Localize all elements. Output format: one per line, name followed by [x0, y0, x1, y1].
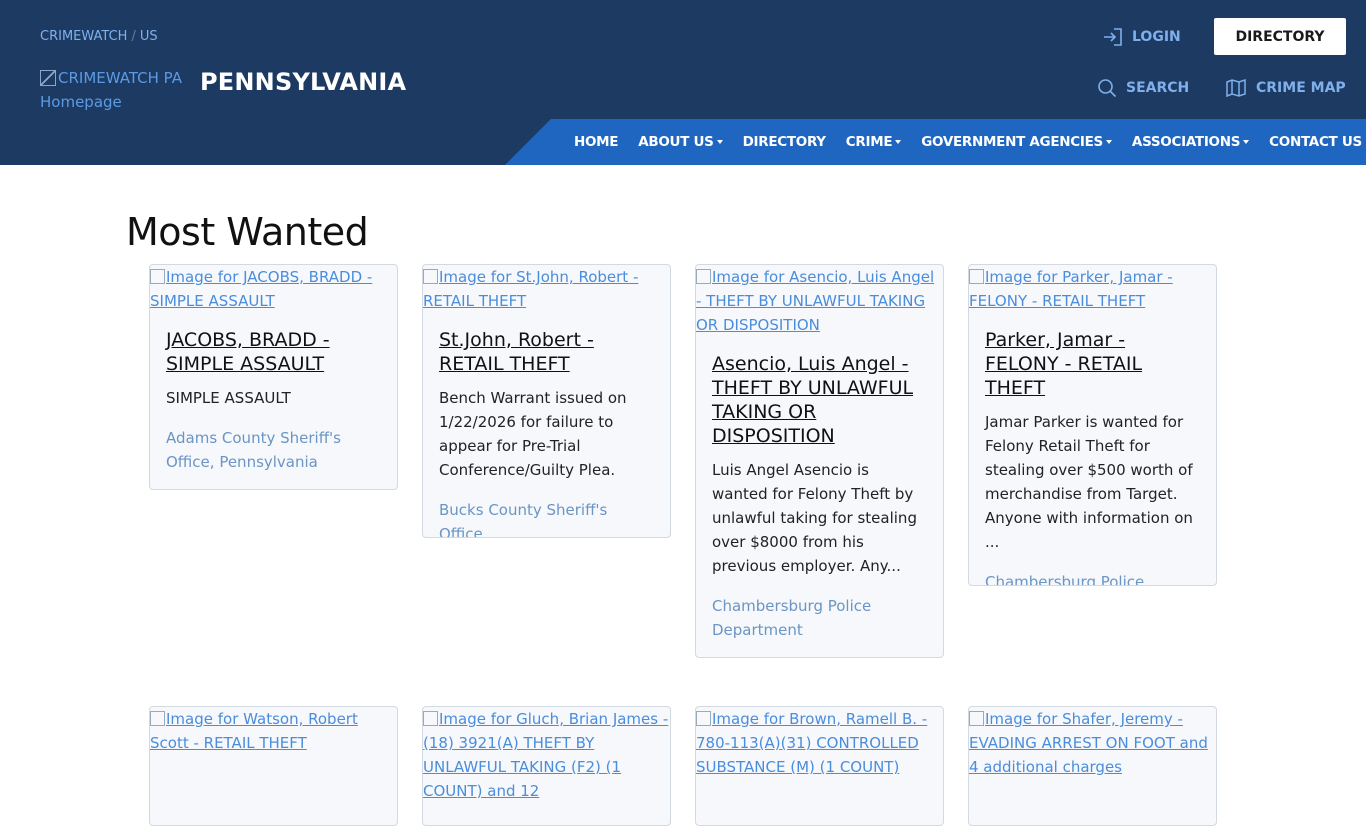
card-image-link[interactable]: Image for Shafer, Jeremy - EVADING ARRES… [969, 707, 1216, 779]
nav-item-associations[interactable]: ASSOCIATIONS [1122, 134, 1259, 150]
card-image-alt: Image for Brown, Ramell B. - 780-113(A)(… [696, 710, 928, 776]
wanted-card: Image for Gluch, Brian James - (18) 3921… [422, 706, 671, 826]
card-agency-link[interactable]: Bucks County Sheriff's Office [439, 498, 654, 537]
nav-item-contact-us[interactable]: CONTACT US [1259, 134, 1366, 150]
broken-image-icon [40, 70, 56, 86]
login-link[interactable]: LOGIN [1102, 26, 1181, 48]
crime-map-link[interactable]: CRIME MAP [1225, 78, 1346, 98]
wanted-card: Image for Watson, Robert Scott - RETAIL … [149, 706, 398, 826]
card-image-alt: Image for St.John, Robert - RETAIL THEFT [423, 268, 639, 310]
broken-image-icon [423, 269, 438, 284]
card-title-link[interactable]: St.John, Robert - RETAIL THEFT [439, 328, 654, 376]
broken-image-icon [423, 711, 438, 726]
card-image-alt: Image for Gluch, Brian James - (18) 3921… [423, 710, 669, 800]
nav-item-label: DIRECTORY [742, 134, 826, 150]
nav-item-crime[interactable]: CRIME [836, 134, 911, 150]
nav-item-label: CONTACT US [1269, 134, 1362, 150]
caret-down-icon [1243, 140, 1250, 144]
card-image-link[interactable]: Image for Brown, Ramell B. - 780-113(A)(… [696, 707, 943, 779]
broken-image-icon [696, 711, 711, 726]
nav-item-label: ABOUT US [638, 134, 714, 150]
site-header: CRIMEWATCH / US CRIMEWATCH PA Homepage PEN… [0, 0, 1366, 165]
card-body: St.John, Robert - RETAIL THEFT Bench Warr… [423, 313, 670, 537]
search-label: SEARCH [1126, 80, 1190, 96]
breadcrumb-separator: / [131, 29, 136, 44]
card-title-link[interactable]: JACOBS, BRADD - SIMPLE ASSAULT [166, 328, 381, 376]
card-image-link[interactable]: Image for Asencio, Luis Angel - THEFT BY… [696, 265, 943, 337]
login-icon [1104, 28, 1122, 46]
wanted-card: Image for St.John, Robert - RETAIL THEFT… [422, 264, 671, 538]
search-link[interactable]: SEARCH [1097, 78, 1189, 98]
caret-down-icon [895, 140, 902, 144]
nav-item-home[interactable]: HOME [564, 134, 628, 150]
page-title: Most Wanted [126, 210, 369, 254]
nav-item-directory[interactable]: DIRECTORY [733, 134, 836, 150]
state-title: PENNSYLVANIA [200, 68, 407, 96]
card-agency-link[interactable]: Adams County Sheriff's Office, Pennsylva… [166, 426, 381, 474]
nav-item-government-agencies[interactable]: GOVERNMENT AGENCIES [911, 134, 1122, 150]
map-icon [1226, 78, 1246, 98]
card-description: Jamar Parker is wanted for Felony Retail… [985, 413, 1193, 551]
card-agency-link[interactable]: Chambersburg Police Department [985, 570, 1200, 585]
card-title-link[interactable]: Parker, Jamar - FELONY - RETAIL THEFT [985, 328, 1200, 400]
card-agency-link[interactable]: Chambersburg Police Department [712, 594, 927, 642]
card-image-alt: Image for JACOBS, BRADD - SIMPLE ASSAULT [150, 268, 373, 310]
login-label: LOGIN [1132, 29, 1181, 45]
card-description: Luis Angel Asencio is wanted for Felony … [712, 461, 917, 575]
wanted-card: Image for Brown, Ramell B. - 780-113(A)(… [695, 706, 944, 826]
breadcrumb-us[interactable]: US [140, 29, 158, 44]
card-image-link[interactable]: Image for Gluch, Brian James - (18) 3921… [423, 707, 670, 803]
wanted-card: Image for Shafer, Jeremy - EVADING ARRES… [968, 706, 1217, 826]
card-image-link[interactable]: Image for Watson, Robert Scott - RETAIL … [150, 707, 397, 755]
card-image-alt: Image for Watson, Robert Scott - RETAIL … [150, 710, 358, 752]
nav-item-label: CRIME [845, 134, 893, 150]
nav-item-about-us[interactable]: ABOUT US [628, 134, 732, 150]
main-nav: HOME ABOUT US DIRECTORY CRIME GOVERNMENT AGE… [505, 119, 1366, 165]
wanted-card: Image for Asencio, Luis Angel - THEFT BY… [695, 264, 944, 658]
card-image-alt: Image for Asencio, Luis Angel - THEFT BY… [696, 268, 935, 334]
card-image-alt: Image for Shafer, Jeremy - EVADING ARRES… [969, 710, 1208, 776]
broken-image-icon [150, 269, 165, 284]
search-icon [1098, 79, 1117, 98]
broken-image-icon [969, 711, 984, 726]
logo-alt-text: CRIMEWATCH PA Homepage [40, 69, 182, 111]
card-description: Bench Warrant issued on 1/22/2026 for fa… [439, 389, 627, 479]
card-image-link[interactable]: Image for St.John, Robert - RETAIL THEFT [423, 265, 670, 313]
nav-items: HOME ABOUT US DIRECTORY CRIME GOVERNMENT AGE… [564, 119, 1366, 165]
broken-image-icon [696, 269, 711, 284]
caret-down-icon [716, 140, 723, 144]
wanted-card: Image for JACOBS, BRADD - SIMPLE ASSAULT… [149, 264, 398, 490]
breadcrumb: CRIMEWATCH / US [40, 29, 158, 44]
caret-down-icon [1105, 140, 1112, 144]
card-image-link[interactable]: Image for Parker, Jamar - FELONY - RETAI… [969, 265, 1216, 313]
card-body: Parker, Jamar - FELONY - RETAIL THEFT Jam… [969, 313, 1216, 585]
card-body: JACOBS, BRADD - SIMPLE ASSAULT SIMPLE ASS… [150, 313, 397, 489]
nav-item-label: GOVERNMENT AGENCIES [921, 134, 1103, 150]
wanted-card: Image for Parker, Jamar - FELONY - RETAI… [968, 264, 1217, 586]
breadcrumb-crimewatch[interactable]: CRIMEWATCH [40, 29, 127, 44]
crime-map-label: CRIME MAP [1256, 80, 1346, 96]
card-title-link[interactable]: Asencio, Luis Angel - THEFT BY UNLAWFUL … [712, 352, 927, 448]
nav-item-label: HOME [574, 134, 619, 150]
directory-button[interactable]: DIRECTORY [1214, 18, 1346, 55]
broken-image-icon [969, 269, 984, 284]
nav-item-label: ASSOCIATIONS [1131, 134, 1241, 150]
card-body: Asencio, Luis Angel - THEFT BY UNLAWFUL … [696, 337, 943, 657]
card-image-link[interactable]: Image for JACOBS, BRADD - SIMPLE ASSAULT [150, 265, 397, 313]
card-image-alt: Image for Parker, Jamar - FELONY - RETAI… [969, 268, 1173, 310]
card-description: SIMPLE ASSAULT [166, 389, 291, 407]
broken-image-icon [150, 711, 165, 726]
logo-link[interactable]: CRIMEWATCH PA Homepage [40, 66, 190, 114]
